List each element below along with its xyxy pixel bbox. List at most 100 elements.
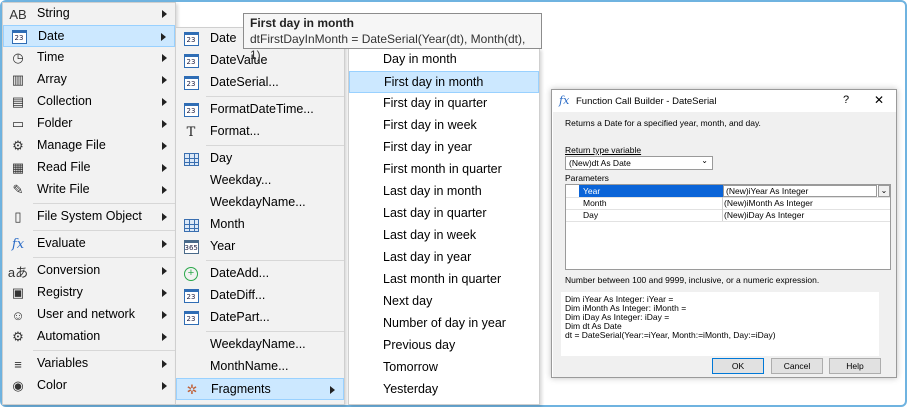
menu-item-first-month-in-quarter[interactable]: First month in quarter bbox=[349, 159, 539, 181]
menu-item-last-day-in-quarter[interactable]: Last day in quarter bbox=[349, 203, 539, 225]
menu-item-weekdayname[interactable]: WeekdayName... bbox=[176, 192, 344, 214]
collection-icon: ▤ bbox=[11, 94, 25, 109]
parameter-row-month[interactable]: Month (New)iMonth As Integer bbox=[566, 197, 890, 209]
menu-item-label: Automation bbox=[37, 329, 101, 343]
help-button[interactable]: Help bbox=[829, 358, 881, 374]
parameter-value[interactable]: (New)iYear As Integer bbox=[723, 185, 877, 197]
menu-item-day[interactable]: Day bbox=[176, 148, 344, 170]
fragments-icon: ✲ bbox=[186, 382, 198, 397]
menu-item-last-day-in-month[interactable]: Last day in month bbox=[349, 181, 539, 203]
menu-item-label: Evaluate bbox=[37, 236, 86, 250]
menu-item-datediff[interactable]: 23 DateDiff... bbox=[176, 285, 344, 307]
submenu-arrow-icon bbox=[162, 10, 167, 18]
menu-separator bbox=[33, 203, 175, 204]
parameter-row-year[interactable]: Year (New)iYear As Integer bbox=[566, 185, 890, 197]
parameter-row-day[interactable]: Day (New)iDay As Integer bbox=[566, 209, 890, 221]
menu-item-write-file[interactable]: ✎ Write File bbox=[3, 179, 175, 201]
menu-item-collection[interactable]: ▤ Collection bbox=[3, 91, 175, 113]
return-type-label: Return type variable bbox=[565, 145, 642, 155]
menu-item-label: Date bbox=[210, 31, 237, 45]
menu-item-string[interactable]: AB String bbox=[3, 3, 175, 25]
menu-item-label: MonthName... bbox=[210, 359, 289, 373]
menu-separator bbox=[33, 350, 175, 351]
menu-separator bbox=[33, 230, 175, 231]
menu-item-label: Time bbox=[37, 50, 65, 64]
return-type-value: (New)dt As Date bbox=[569, 158, 631, 168]
date-icon: 23 bbox=[10, 29, 28, 45]
menu-item-label: Next day bbox=[383, 294, 433, 308]
fragments-submenu: Day in month First day in month First day … bbox=[348, 48, 540, 405]
menu-item-datepart[interactable]: 23 DatePart... bbox=[176, 307, 344, 329]
menu-item-dateserial[interactable]: 23 DateSerial... bbox=[176, 72, 344, 94]
menu-item-dateadd[interactable]: + DateAdd... bbox=[176, 263, 344, 285]
menu-item-last-day-in-week[interactable]: Last day in week bbox=[349, 225, 539, 247]
menu-item-month[interactable]: Month bbox=[176, 214, 344, 236]
ok-button[interactable]: OK bbox=[712, 358, 764, 374]
calendar-icon: 23 bbox=[182, 53, 200, 69]
menu-item-formatdatetime[interactable]: 23 FormatDateTime... bbox=[176, 99, 344, 121]
menu-separator bbox=[206, 145, 344, 146]
help-icon[interactable]: ? bbox=[843, 94, 849, 106]
menu-item-label: Date bbox=[38, 29, 65, 43]
menu-item-label: DateDiff... bbox=[210, 288, 266, 302]
menu-item-weekday[interactable]: Weekday... bbox=[176, 170, 344, 192]
parameter-value[interactable]: (New)iDay As Integer bbox=[724, 210, 804, 220]
menu-item-label: DatePart... bbox=[210, 310, 270, 324]
menu-item-year[interactable]: 365 Year bbox=[176, 236, 344, 258]
menu-item-format[interactable]: T Format... bbox=[176, 121, 344, 143]
menu-item-last-month-in-quarter[interactable]: Last month in quarter bbox=[349, 269, 539, 291]
user-network-icon: ☺ bbox=[11, 307, 25, 323]
menu-item-time[interactable]: ◷ Time bbox=[3, 47, 175, 69]
menu-item-fragments[interactable]: ✲ Fragments bbox=[176, 378, 344, 400]
menu-item-first-day-in-week[interactable]: First day in week bbox=[349, 115, 539, 137]
write-file-icon: ✎ bbox=[12, 182, 24, 197]
menu-item-user-and-network[interactable]: ☺ User and network bbox=[3, 304, 175, 326]
return-type-select[interactable]: (New)dt As Date ⌄ bbox=[565, 156, 713, 170]
parameter-value[interactable]: (New)iMonth As Integer bbox=[724, 198, 813, 208]
menu-item-label: DateAdd... bbox=[210, 266, 270, 280]
time-icon: ◷ bbox=[12, 50, 24, 65]
menu-item-automation[interactable]: ⚙ Automation bbox=[3, 326, 175, 348]
generated-code[interactable]: Dim iYear As Integer: iYear = Dim iMonth … bbox=[561, 292, 879, 356]
manage-file-icon: ⚙ bbox=[12, 138, 24, 153]
menu-item-evaluate[interactable]: fx Evaluate bbox=[3, 233, 175, 255]
menu-item-label: Last month in quarter bbox=[383, 272, 502, 286]
menu-item-variables[interactable]: ≡ Variables bbox=[3, 353, 175, 375]
menu-item-label: First day in month bbox=[384, 75, 484, 89]
calendar-year-icon: 365 bbox=[182, 239, 200, 255]
menu-item-first-day-in-quarter[interactable]: First day in quarter bbox=[349, 93, 539, 115]
cancel-button[interactable]: Cancel bbox=[771, 358, 823, 374]
menu-item-next-day[interactable]: Next day bbox=[349, 291, 539, 313]
menu-item-manage-file[interactable]: ⚙ Manage File bbox=[3, 135, 175, 157]
menu-item-yesterday[interactable]: Yesterday bbox=[349, 379, 539, 401]
menu-item-read-file[interactable]: ▦ Read File bbox=[3, 157, 175, 179]
chevron-down-icon: ⌄ bbox=[701, 156, 708, 165]
menu-item-color[interactable]: ◉ Color bbox=[3, 375, 175, 397]
menu-item-label: Month bbox=[210, 217, 245, 231]
menu-item-label: Last day in month bbox=[383, 184, 482, 198]
menu-item-date[interactable]: 23 Date bbox=[3, 25, 175, 47]
menu-item-label: First day in year bbox=[383, 140, 472, 154]
menu-item-array[interactable]: ▥ Array bbox=[3, 69, 175, 91]
calendar-icon: 23 bbox=[182, 288, 200, 304]
parameter-dropdown-button[interactable]: ⌄ bbox=[878, 185, 890, 197]
menu-item-registry[interactable]: ▣ Registry bbox=[3, 282, 175, 304]
menu-item-tomorrow[interactable]: Tomorrow bbox=[349, 357, 539, 379]
menu-item-last-day-in-year[interactable]: Last day in year bbox=[349, 247, 539, 269]
parameters-table[interactable]: Year (New)iYear As Integer ⌄ Month (New)… bbox=[565, 184, 891, 270]
tooltip-title: First day in month bbox=[250, 16, 355, 30]
menu-item-weekdayname[interactable]: WeekdayName... bbox=[176, 334, 344, 356]
menu-item-monthname[interactable]: MonthName... bbox=[176, 356, 344, 378]
menu-item-number-of-day-in-year[interactable]: Number of day in year bbox=[349, 313, 539, 335]
menu-item-file-system-object[interactable]: ▯ File System Object bbox=[3, 206, 175, 228]
menu-item-previous-day[interactable]: Previous day bbox=[349, 335, 539, 357]
menu-item-conversion[interactable]: aあ Conversion bbox=[3, 260, 175, 282]
menu-item-label: Variables bbox=[37, 356, 89, 370]
fx-icon: fx bbox=[559, 94, 570, 107]
menu-item-folder[interactable]: ▭ Folder bbox=[3, 113, 175, 135]
menu-item-label: WeekdayName... bbox=[210, 337, 306, 351]
menu-item-first-day-in-year[interactable]: First day in year bbox=[349, 137, 539, 159]
menu-item-label: Array bbox=[37, 72, 67, 86]
menu-item-first-day-in-month[interactable]: First day in month bbox=[349, 71, 539, 93]
close-icon[interactable]: ✕ bbox=[874, 93, 884, 107]
